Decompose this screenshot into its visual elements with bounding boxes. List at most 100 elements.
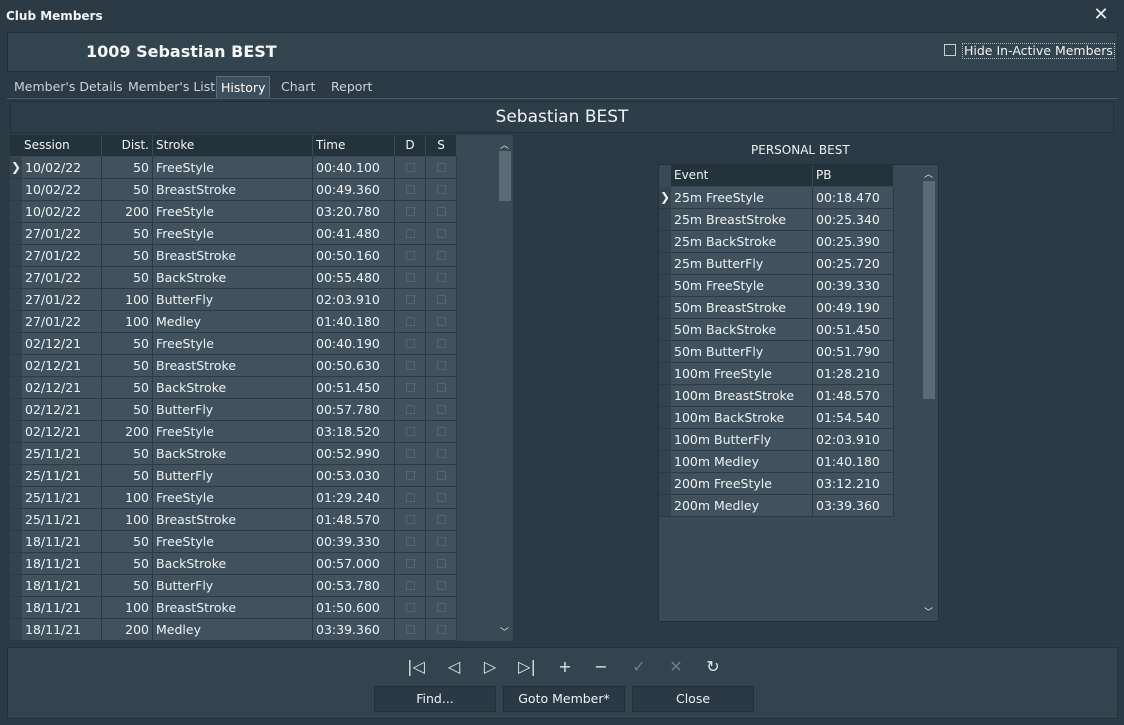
checkbox[interactable] [406,383,415,392]
cell-session[interactable]: 18/11/21 [22,553,102,575]
cell-session[interactable]: 27/01/22 [22,245,102,267]
cell-time[interactable]: 00:40.190 [313,333,395,355]
column-header-s[interactable]: S [426,135,457,156]
cell-event[interactable]: 25m BreastStroke [671,209,813,231]
cell-d-checkbox[interactable] [395,245,426,267]
delete-record-icon[interactable]: − [587,655,615,679]
cell-stroke[interactable]: BackStroke [153,377,313,399]
table-row[interactable]: 18/11/21 200 Medley 03:39.360 [10,619,457,641]
table-row[interactable]: 27/01/22 100 ButterFly 02:03.910 [10,289,457,311]
cell-time[interactable]: 00:40.100 [313,157,395,179]
cell-event[interactable]: 50m BackStroke [671,319,813,341]
checkbox[interactable] [406,405,415,414]
checkbox[interactable] [437,515,446,524]
cell-distance[interactable]: 50 [102,553,153,575]
cell-event[interactable]: 25m FreeStyle [671,187,813,209]
cell-session[interactable]: 25/11/21 [22,465,102,487]
list-item[interactable]: 100m BreastStroke 01:48.570 [659,385,894,407]
tab-chart[interactable]: Chart [277,76,319,98]
pb-scroll-down-icon[interactable]: ﹀ [924,605,933,618]
list-item[interactable]: ❯ 25m FreeStyle 00:18.470 [659,187,894,209]
column-header-event[interactable]: Event [671,165,813,186]
table-row[interactable]: 02/12/21 50 ButterFly 00:57.780 [10,399,457,421]
cell-pb[interactable]: 03:39.360 [813,495,894,517]
cell-session[interactable]: 18/11/21 [22,531,102,553]
cell-time[interactable]: 01:40.180 [313,311,395,333]
first-record-icon[interactable]: |◁ [402,655,430,679]
cell-event[interactable]: 50m BreastStroke [671,297,813,319]
checkbox[interactable] [437,339,446,348]
cell-pb[interactable]: 02:03.910 [813,429,894,451]
list-item[interactable]: 100m FreeStyle 01:28.210 [659,363,894,385]
table-row[interactable]: 02/12/21 200 FreeStyle 03:18.520 [10,421,457,443]
cell-d-checkbox[interactable] [395,377,426,399]
list-item[interactable]: 25m BackStroke 00:25.390 [659,231,894,253]
cell-session[interactable]: 25/11/21 [22,509,102,531]
cell-session[interactable]: 02/12/21 [22,333,102,355]
pb-scrollbar[interactable]: ︿ ﹀ [921,165,937,621]
tab-history[interactable]: History [216,76,271,98]
cell-distance[interactable]: 50 [102,267,153,289]
list-item[interactable]: 50m FreeStyle 00:39.330 [659,275,894,297]
cell-stroke[interactable]: BackStroke [153,267,313,289]
column-header-stroke[interactable]: Stroke [153,135,313,156]
cell-s-checkbox[interactable] [426,355,457,377]
cell-pb[interactable]: 01:40.180 [813,451,894,473]
cell-d-checkbox[interactable] [395,421,426,443]
cell-time[interactable]: 00:53.780 [313,575,395,597]
cell-distance[interactable]: 50 [102,377,153,399]
cell-event[interactable]: 100m ButterFly [671,429,813,451]
checkbox[interactable] [437,251,446,260]
cell-session[interactable]: 27/01/22 [22,289,102,311]
list-item[interactable]: 25m BreastStroke 00:25.340 [659,209,894,231]
cell-d-checkbox[interactable] [395,531,426,553]
cell-s-checkbox[interactable] [426,531,457,553]
find-button[interactable]: Find... [374,686,496,712]
cell-stroke[interactable]: BreastStroke [153,597,313,619]
cell-distance[interactable]: 200 [102,619,153,641]
checkbox[interactable] [437,361,446,370]
cell-stroke[interactable]: ButterFly [153,465,313,487]
cell-event[interactable]: 25m BackStroke [671,231,813,253]
cell-event[interactable]: 100m FreeStyle [671,363,813,385]
list-item[interactable]: 100m ButterFly 02:03.910 [659,429,894,451]
cell-pb[interactable]: 00:25.390 [813,231,894,253]
cell-d-checkbox[interactable] [395,355,426,377]
cell-pb[interactable]: 00:25.720 [813,253,894,275]
cell-event[interactable]: 25m ButterFly [671,253,813,275]
cell-time[interactable]: 03:18.520 [313,421,395,443]
pb-scroll-thumb[interactable] [923,181,935,399]
checkbox[interactable] [437,295,446,304]
cancel-edit-icon[interactable]: ✕ [662,655,690,679]
column-header-d[interactable]: D [395,135,426,156]
cell-pb[interactable]: 00:51.790 [813,341,894,363]
cell-time[interactable]: 00:49.360 [313,179,395,201]
checkbox[interactable] [437,537,446,546]
checkbox[interactable] [437,185,446,194]
cell-session[interactable]: 10/02/22 [22,179,102,201]
cell-pb[interactable]: 00:51.450 [813,319,894,341]
cell-time[interactable]: 02:03.910 [313,289,395,311]
cell-stroke[interactable]: BreastStroke [153,179,313,201]
list-item[interactable]: 100m BackStroke 01:54.540 [659,407,894,429]
cell-distance[interactable]: 100 [102,487,153,509]
tab-members-list[interactable]: Member's List [124,76,219,98]
cell-session[interactable]: 02/12/21 [22,421,102,443]
cell-time[interactable]: 03:39.360 [313,619,395,641]
cell-d-checkbox[interactable] [395,509,426,531]
cell-d-checkbox[interactable] [395,333,426,355]
next-record-icon[interactable]: ▷ [476,655,504,679]
cell-distance[interactable]: 50 [102,465,153,487]
table-row[interactable]: 18/11/21 50 FreeStyle 00:39.330 [10,531,457,553]
table-row[interactable]: 02/12/21 50 BackStroke 00:51.450 [10,377,457,399]
cell-pb[interactable]: 03:12.210 [813,473,894,495]
cell-event[interactable]: 200m FreeStyle [671,473,813,495]
table-row[interactable]: 25/11/21 100 BreastStroke 01:48.570 [10,509,457,531]
table-row[interactable]: 27/01/22 50 FreeStyle 00:41.480 [10,223,457,245]
cell-distance[interactable]: 50 [102,179,153,201]
list-item[interactable]: 200m Medley 03:39.360 [659,495,894,517]
cell-s-checkbox[interactable] [426,245,457,267]
checkbox[interactable] [437,603,446,612]
cell-stroke[interactable]: BackStroke [153,553,313,575]
checkbox[interactable] [406,317,415,326]
